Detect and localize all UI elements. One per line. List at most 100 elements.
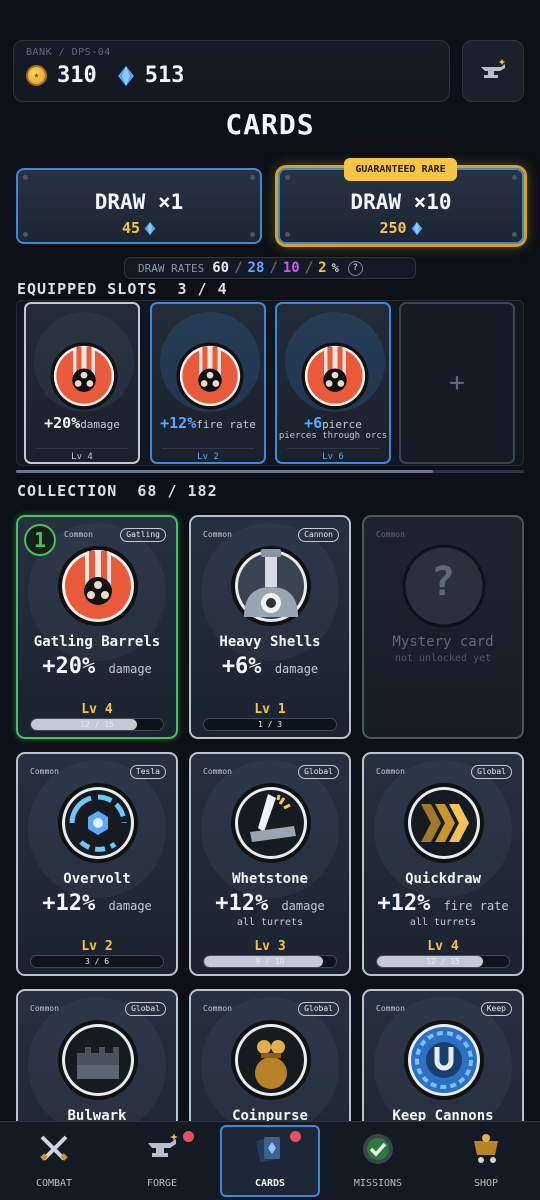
card-progress-text: 3 / 6 — [84, 957, 110, 966]
slot-stat-value: +20% — [44, 414, 81, 432]
card-overvolt[interactable]: Common Tesla Overvolt +12% damage Lv 2 3… — [16, 752, 178, 976]
wall-icon — [58, 1020, 138, 1100]
nav-label: COMBAT — [35, 1178, 73, 1189]
card-quickdraw[interactable]: Common Global Quickdraw +12% fire rate a… — [362, 752, 524, 976]
equipped-slot-1-level: Lv 4 — [71, 452, 93, 462]
equipped-slot-2[interactable]: +12%fire rate Lv 2 — [150, 302, 266, 464]
card-stat-value: +6% — [221, 654, 262, 679]
card-name: Quickdraw — [405, 871, 481, 887]
equipped-slot-1[interactable]: +20%damage Lv 4 — [24, 302, 140, 464]
equipped-slot-3-sub: pierces through orcs — [278, 431, 388, 441]
rate-unit: % — [331, 261, 339, 275]
guaranteed-rare-badge: GUARANTEED RARE — [344, 158, 457, 181]
forge-shortcut-button[interactable] — [462, 40, 524, 102]
card-level: Lv 4 — [427, 939, 459, 954]
draw-one-button[interactable]: DRAW ×1 45 — [16, 168, 262, 244]
card-whetstone[interactable]: Common Global Whetstone +12% damage all … — [189, 752, 351, 976]
draw-ten-cost-value: 250 — [379, 219, 407, 237]
card-tag: Cannon — [298, 528, 339, 542]
card-rarity: Common — [203, 1004, 232, 1013]
collection-count: 68 / 182 — [137, 482, 218, 500]
rates-help-icon[interactable]: ? — [347, 260, 363, 276]
nav-label: FORGE — [146, 1178, 178, 1189]
card-stat-label: damage — [281, 899, 325, 913]
card-level: Lv 4 — [81, 702, 113, 717]
slot-stat-label: pierce — [322, 418, 362, 431]
draw-one-cost-value: 45 — [121, 219, 141, 237]
card-rarity: Common — [30, 1004, 59, 1013]
card-rarity: Common — [376, 530, 405, 539]
equipped-scrollbar[interactable] — [16, 470, 524, 473]
page-title: CARDS — [225, 108, 315, 141]
equipped-slot-3-stat: +6pierce — [277, 414, 389, 432]
gatling-icon — [301, 342, 369, 410]
card-rarity: Common — [64, 530, 93, 539]
draw-one-cost: 45 — [18, 219, 260, 237]
card-tag: Global — [471, 765, 512, 779]
card-heavy-shells[interactable]: Common Cannon Heavy Shells +6% damage Lv… — [189, 515, 351, 739]
equipped-heading: EQUIPPED SLOTS 3 / 4 — [17, 280, 228, 298]
slot-stat-value: +6 — [304, 414, 323, 432]
card-sub: all turrets — [236, 917, 304, 928]
bank-balances: ★ 310 513 — [26, 63, 185, 88]
anvil-icon — [481, 59, 505, 78]
card-tag: Global — [298, 765, 339, 779]
equipped-slot-3-level: Lv 6 — [322, 452, 344, 462]
swords-icon — [40, 1135, 68, 1161]
draw-ten-label: DRAW ×10 — [350, 190, 452, 214]
equipped-slot-3[interactable]: +6pierce pierces through orcs Lv 6 — [275, 302, 391, 464]
gem-icon — [411, 221, 422, 235]
draw-ten-cost: 250 — [280, 219, 522, 237]
card-tag: Keep — [480, 1002, 512, 1016]
bank-panel: BANK / DPS-04 ★ 310 513 — [13, 40, 450, 102]
card-progress-text: 12 / 15 — [80, 720, 114, 729]
nav-label: CARDS — [254, 1178, 286, 1189]
card-progress-text: 1 / 3 — [257, 720, 283, 729]
cannon-icon — [231, 546, 311, 626]
nav-missions[interactable]: MISSIONS — [324, 1121, 432, 1200]
equipped-scroll-thumb[interactable] — [16, 470, 433, 473]
equipped-count: 3 / 4 — [177, 280, 228, 298]
equipped-slot-1-stat: +20%damage — [26, 414, 138, 432]
card-level: Lv 3 — [254, 939, 286, 954]
equipped-slot-2-stat: +12%fire rate — [152, 414, 264, 432]
card-mystery[interactable]: Common ? Mystery card not unlocked yet — [362, 515, 524, 739]
nav-shop[interactable]: SHOP — [432, 1121, 540, 1200]
nav-forge[interactable]: FORGE — [108, 1121, 216, 1200]
card-stat: +12% damage — [18, 891, 176, 916]
cards-icon — [256, 1137, 280, 1163]
cards-notification-dot — [290, 1131, 301, 1142]
slot-stat-label: damage — [80, 418, 120, 431]
card-stat-value: +12% — [42, 891, 96, 916]
gold-coin-icon: ★ — [26, 65, 47, 86]
card-rarity: Common — [203, 767, 232, 776]
mystery-symbol: ? — [430, 559, 456, 605]
card-gatling-barrels[interactable]: 1 Common Gatling Gatling Barrels +20% da… — [16, 515, 178, 739]
nav-combat[interactable]: COMBAT — [0, 1121, 108, 1200]
rate-common: 60 — [212, 260, 230, 276]
card-progress-bar: 1 / 3 — [203, 718, 337, 731]
gem-icon — [144, 221, 156, 235]
card-progress-text: 9 / 10 — [255, 957, 285, 966]
gem-amount: 513 — [144, 63, 185, 88]
card-name: Heavy Shells — [219, 634, 321, 650]
card-stat-value: +20% — [42, 654, 96, 679]
card-tag: Gatling — [120, 528, 166, 542]
card-stat: +12% damage — [191, 891, 349, 916]
rate-legendary: 2 — [318, 260, 327, 276]
draw-one-label: DRAW ×1 — [94, 190, 184, 214]
card-tag: Global — [298, 1002, 339, 1016]
collection-title: COLLECTION — [17, 482, 118, 500]
chevrons-icon — [404, 783, 484, 863]
card-tag: Global — [125, 1002, 166, 1016]
card-sub: not unlocked yet — [394, 653, 492, 664]
nav-cards[interactable]: CARDS — [220, 1121, 320, 1200]
card-name: Gatling Barrels — [33, 634, 161, 650]
draw-rates-bar: DRAW RATES 60 / 28 / 10 / 2 % ? — [124, 257, 416, 279]
card-name: Overvolt — [63, 871, 131, 887]
card-progress-bar: 9 / 10 — [203, 955, 337, 968]
card-rarity: Common — [376, 1004, 405, 1013]
card-stat: +12% fire rate — [364, 891, 522, 916]
empty-slot[interactable]: + — [399, 302, 515, 464]
card-progress-bar: 12 / 15 — [30, 718, 164, 731]
